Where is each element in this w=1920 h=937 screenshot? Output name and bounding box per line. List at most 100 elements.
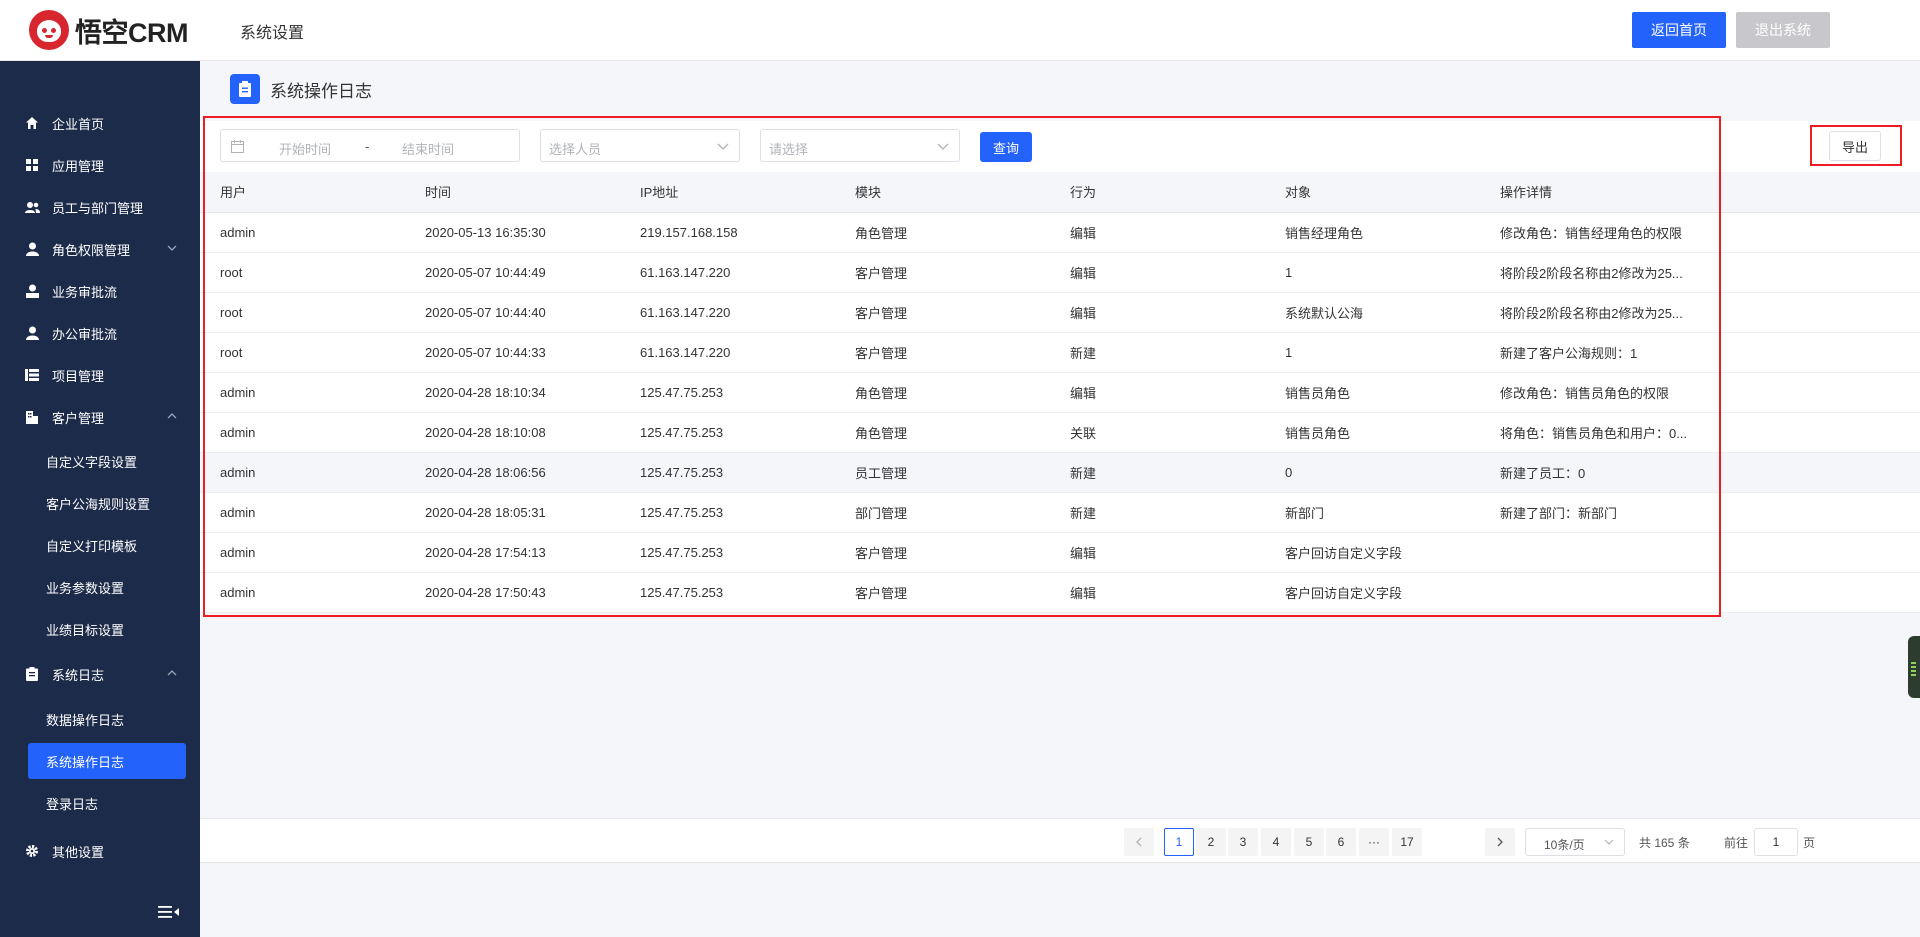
table-cell: 角色管理	[835, 212, 1050, 253]
sidebar-item-staff[interactable]: 员工与部门管理	[0, 187, 200, 227]
table-cell: 客户管理	[835, 572, 1050, 613]
query-button[interactable]: 查询	[980, 132, 1032, 162]
table-row[interactable]: admin 2020-04-28 18:10:08 125.47.75.253 角色管…	[200, 412, 1920, 453]
page-number-button[interactable]: 1	[1164, 828, 1194, 856]
table-cell: 销售经理角色	[1265, 212, 1480, 253]
page-ellipsis[interactable]: ···	[1359, 828, 1389, 856]
start-time-input[interactable]: 开始时间	[279, 139, 331, 158]
table-cell: 2020-04-28 18:10:34	[405, 372, 620, 413]
table-row[interactable]: admin 2020-05-13 16:35:30 219.157.168.158 角…	[200, 212, 1920, 253]
date-range-picker[interactable]: 开始时间 - 结束时间	[220, 129, 520, 162]
pagination: 123456···17 10条/页 共 165 条 前往 页	[200, 818, 1920, 863]
sidebar-sub-login-log[interactable]: 登录日志	[28, 785, 186, 821]
exit-button[interactable]: 退出系统	[1736, 12, 1830, 48]
table-cell: 编辑	[1050, 292, 1265, 333]
table-cell: 61.163.147.220	[620, 292, 835, 333]
prev-page-button[interactable]	[1124, 828, 1154, 856]
table-cell: 61.163.147.220	[620, 332, 835, 373]
page-number-button[interactable]: 3	[1228, 828, 1258, 856]
table-row[interactable]: admin 2020-04-28 18:05:31 125.47.75.253 部门管…	[200, 492, 1920, 533]
goto-page-input[interactable]	[1754, 828, 1798, 856]
table-row[interactable]: root 2020-05-07 10:44:40 61.163.147.220 客户管…	[200, 292, 1920, 333]
top-header: 悟空CRM 系统设置 返回首页 退出系统	[0, 0, 1920, 61]
table-cell: admin	[200, 372, 405, 413]
floating-side-widget[interactable]	[1908, 636, 1920, 698]
sidebar-sub-business-params[interactable]: 业务参数设置	[28, 569, 186, 605]
collapse-menu-icon[interactable]	[158, 904, 180, 920]
chevron-right-icon	[1497, 837, 1503, 847]
sidebar-item-label: 项目管理	[52, 368, 105, 384]
sidebar-sub-print-template[interactable]: 自定义打印模板	[28, 527, 186, 563]
page-size-select[interactable]: 10条/页	[1525, 828, 1625, 856]
sidebar-item-label: 系统日志	[52, 667, 105, 683]
apps-grid-icon	[24, 157, 40, 173]
table-row[interactable]: root 2020-05-07 10:44:49 61.163.147.220 客户管…	[200, 252, 1920, 293]
table-cell: 编辑	[1050, 532, 1265, 573]
home-button[interactable]: 返回首页	[1632, 12, 1726, 48]
user-icon	[24, 241, 40, 257]
table-cell: admin	[200, 532, 405, 573]
sidebar-sub-targets[interactable]: 业绩目标设置	[28, 611, 186, 647]
table-row[interactable]: admin 2020-04-28 18:10:34 125.47.75.253 角色管…	[200, 372, 1920, 413]
chevron-down-icon	[167, 245, 177, 251]
table-cell: 编辑	[1050, 572, 1265, 613]
table-cell: 客户回访自定义字段	[1265, 532, 1480, 573]
table-cell: 125.47.75.253	[620, 532, 835, 573]
chevron-up-icon	[167, 670, 177, 676]
header-title: 系统设置	[240, 25, 305, 42]
sidebar-item-label: 其他设置	[52, 844, 105, 860]
logo-text: 悟空CRM	[75, 17, 189, 48]
page-number-button[interactable]: 5	[1294, 828, 1324, 856]
next-page-button[interactable]	[1485, 828, 1515, 856]
table-row[interactable]: admin 2020-04-28 17:54:13 125.47.75.253 客户管…	[200, 532, 1920, 573]
sidebar-item-other-settings[interactable]: 其他设置	[0, 831, 200, 871]
sidebar-sub-custom-fields[interactable]: 自定义字段设置	[28, 443, 186, 479]
table-cell: 2020-05-07 10:44:33	[405, 332, 620, 373]
table-cell: 2020-04-28 17:54:13	[405, 532, 620, 573]
export-button[interactable]: 导出	[1829, 131, 1881, 161]
logo[interactable]: 悟空CRM	[29, 10, 189, 50]
table-row[interactable]: admin 2020-04-28 17:50:43 125.47.75.253 客户管…	[200, 572, 1920, 613]
table-cell: 新建了客户公海规则：1	[1480, 332, 1920, 373]
table-cell: 修改角色：销售员角色的权限	[1480, 372, 1920, 413]
log-table: 用户 时间 IP地址 模块 行为 对象 操作详情 admin 2020-05-13 16:35…	[200, 172, 1920, 613]
table-cell: 219.157.168.158	[620, 212, 835, 253]
sidebar-sub-pool-rules[interactable]: 客户公海规则设置	[28, 485, 186, 521]
chevron-down-icon	[937, 143, 949, 150]
table-cell: 关联	[1050, 412, 1265, 453]
end-time-input[interactable]: 结束时间	[402, 139, 454, 158]
table-row[interactable]: admin 2020-04-28 18:06:56 125.47.75.253 员工管…	[200, 452, 1920, 493]
sidebar-item-label: 客户管理	[52, 410, 105, 426]
page-number-button[interactable]: 4	[1261, 828, 1291, 856]
list-icon	[24, 367, 40, 383]
goto-unit: 页	[1803, 836, 1816, 850]
chevron-down-icon	[717, 143, 729, 150]
sidebar-item-business-approval[interactable]: 业务审批流	[0, 271, 200, 311]
table-cell: 将角色：销售员角色和用户：0...	[1480, 412, 1920, 453]
sidebar-sub-system-log[interactable]: 系统操作日志	[28, 743, 186, 779]
office-user-icon	[24, 325, 40, 341]
table-cell	[1480, 572, 1920, 613]
sidebar-item-roles[interactable]: 角色权限管理	[0, 229, 200, 269]
page-number-button[interactable]: 17	[1392, 828, 1422, 856]
module-select[interactable]: 请选择	[760, 129, 960, 162]
page-number-button[interactable]: 6	[1326, 828, 1356, 856]
sidebar-item-system-log[interactable]: 系统日志	[0, 654, 200, 694]
sidebar-sub-data-log[interactable]: 数据操作日志	[28, 701, 186, 737]
table-row[interactable]: root 2020-05-07 10:44:33 61.163.147.220 客户管…	[200, 332, 1920, 373]
sidebar-item-customers[interactable]: 客户管理	[0, 397, 200, 437]
sidebar-item-home[interactable]: 企业首页	[0, 103, 200, 143]
user-select[interactable]: 选择人员	[540, 129, 740, 162]
table-cell: 角色管理	[835, 412, 1050, 453]
table-body: admin 2020-05-13 16:35:30 219.157.168.158 角…	[200, 212, 1920, 613]
calendar-icon	[231, 140, 244, 153]
sidebar-item-label: 应用管理	[52, 158, 105, 174]
table-cell: 编辑	[1050, 252, 1265, 293]
table-cell: 2020-04-28 18:06:56	[405, 452, 620, 493]
table-cell: 2020-04-28 17:50:43	[405, 572, 620, 613]
sidebar-item-office-approval[interactable]: 办公审批流	[0, 313, 200, 353]
sidebar-item-apps[interactable]: 应用管理	[0, 145, 200, 185]
column-header: 模块	[835, 172, 1050, 213]
page-number-button[interactable]: 2	[1196, 828, 1226, 856]
sidebar-item-projects[interactable]: 项目管理	[0, 355, 200, 395]
